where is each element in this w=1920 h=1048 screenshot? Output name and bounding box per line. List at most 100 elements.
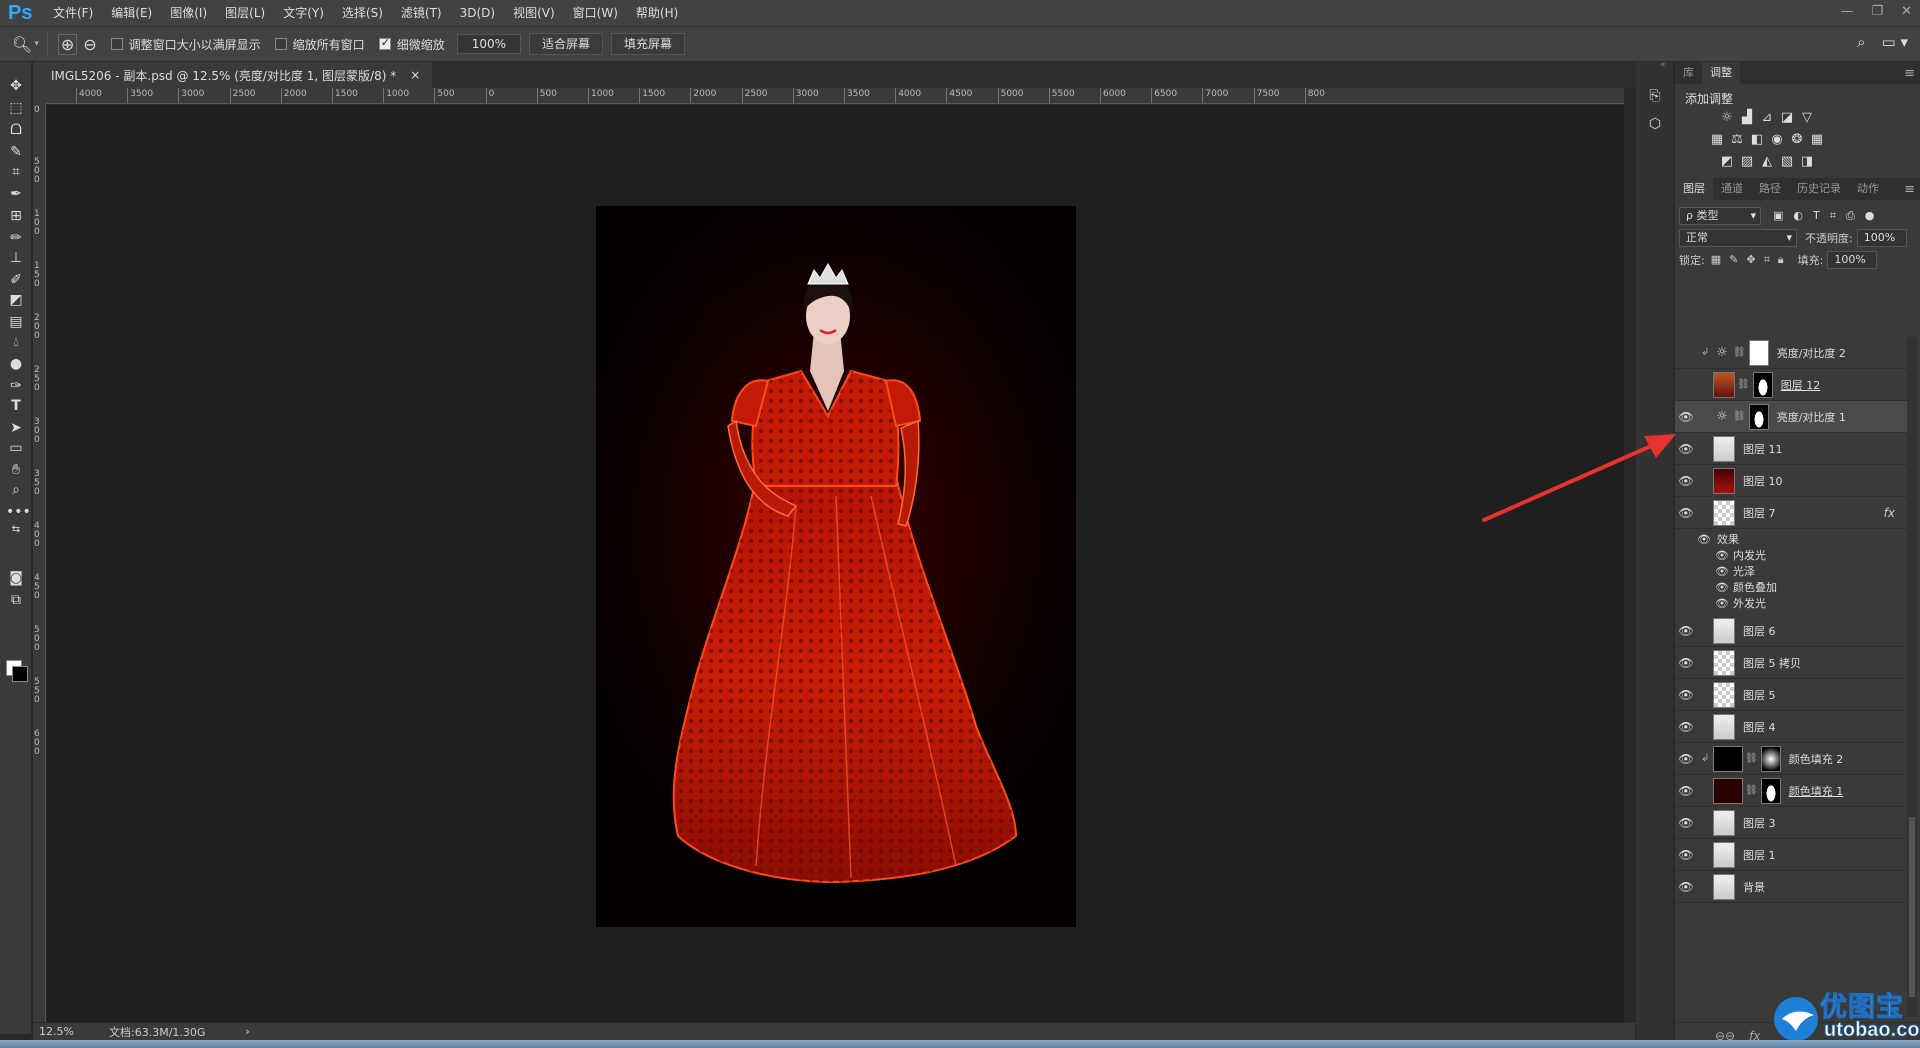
- menu-item[interactable]: 帮助(H): [627, 0, 687, 26]
- close-tab-icon[interactable]: ×: [410, 68, 420, 82]
- layer-row[interactable]: 👁︎ ⛓ 颜色填充 1: [1675, 775, 1907, 807]
- move-tool-icon[interactable]: ✥: [6, 76, 26, 96]
- eyedropper-tool-icon[interactable]: ✒: [6, 184, 26, 204]
- layer-effects-icon[interactable]: fx: [1884, 506, 1895, 520]
- photo-filter-icon[interactable]: ◉: [1769, 132, 1785, 148]
- tab-adjustments[interactable]: 调整: [1702, 62, 1740, 84]
- tab-actions[interactable]: 动作: [1849, 178, 1887, 200]
- marquee-tool-icon[interactable]: ⬚: [6, 98, 26, 118]
- shape-tool-icon[interactable]: ▭: [6, 438, 26, 458]
- layer-thumbnail[interactable]: [1713, 617, 1735, 644]
- layer-row[interactable]: 👁︎ 图层 11: [1675, 433, 1907, 465]
- layer-name[interactable]: 图层 3: [1743, 815, 1776, 831]
- menu-item[interactable]: 视图(V): [504, 0, 564, 26]
- visibility-eye-icon[interactable]: 👁︎: [1675, 784, 1697, 798]
- ruler-origin[interactable]: [33, 88, 46, 104]
- layer-name[interactable]: 图层 1: [1743, 847, 1776, 863]
- document-canvas[interactable]: [596, 206, 1076, 927]
- resize-windows-checkbox[interactable]: 调整窗口大小以满屏显示: [110, 36, 261, 53]
- more-tools-icon[interactable]: •••: [6, 502, 31, 522]
- visibility-eye-icon[interactable]: 👁︎: [1675, 656, 1697, 670]
- zoom-in-icon[interactable]: ⊕: [57, 33, 78, 55]
- color-balance-icon[interactable]: ⚖: [1729, 132, 1745, 148]
- pen-tool-icon[interactable]: ✑: [6, 376, 26, 396]
- resize-windows-box[interactable]: [110, 38, 123, 50]
- visibility-eye-icon[interactable]: 👁︎: [1675, 880, 1697, 894]
- visibility-eye-icon[interactable]: 👁︎: [1675, 688, 1697, 702]
- color-lookup-icon[interactable]: ▦: [1809, 132, 1825, 148]
- layer-mask-thumbnail[interactable]: [1760, 777, 1781, 804]
- layer-thumbnail[interactable]: [1713, 873, 1735, 900]
- path-select-icon[interactable]: ➤: [6, 418, 26, 438]
- layer-row[interactable]: 👁︎ 图层 7 fx: [1675, 497, 1907, 529]
- zoom-out-icon[interactable]: ⊖: [83, 35, 96, 54]
- vibrance-icon[interactable]: ▽: [1799, 110, 1815, 126]
- filter-shape-icon[interactable]: ⌗: [1830, 209, 1836, 223]
- layer-thumbnail[interactable]: [1713, 649, 1735, 676]
- fill-screen-button[interactable]: 填充屏幕: [611, 33, 686, 55]
- blend-mode-select[interactable]: 正常 ▾: [1679, 229, 1797, 247]
- tab-library[interactable]: 库: [1675, 62, 1702, 84]
- swap-colors-icon[interactable]: ⇆: [6, 520, 26, 540]
- tab-history[interactable]: 历史记录: [1789, 178, 1849, 200]
- layer-name[interactable]: 图层 7: [1743, 505, 1776, 521]
- menu-item[interactable]: 图像(I): [161, 0, 216, 26]
- layer-row[interactable]: 👁︎ ↲ ⛓ 颜色填充 2: [1675, 743, 1907, 775]
- zoom-tool-icon[interactable]: ⌕: [6, 480, 26, 500]
- effect-item[interactable]: 👁︎ 光泽: [1675, 563, 1907, 579]
- lock-pixels-icon[interactable]: ✎: [1729, 253, 1738, 267]
- curves-icon[interactable]: ⊿: [1759, 110, 1775, 126]
- layer-name[interactable]: 亮度/对比度 1: [1777, 409, 1846, 425]
- layers-scrollbar[interactable]: [1907, 337, 1917, 1017]
- filter-toggle-icon[interactable]: ●: [1865, 209, 1875, 223]
- canvas-area[interactable]: [47, 105, 1624, 1022]
- minimize-icon[interactable]: —: [1840, 4, 1853, 19]
- gradient-tool-icon[interactable]: ▤: [6, 312, 26, 332]
- scrubby-zoom-box[interactable]: [378, 36, 391, 50]
- visibility-eye-icon[interactable]: 👁︎: [1675, 378, 1697, 392]
- layer-thumbnail[interactable]: [1713, 713, 1735, 740]
- brightness-contrast-icon[interactable]: ☼: [1719, 110, 1735, 126]
- panel-menu-icon[interactable]: ≡: [1904, 66, 1915, 81]
- layer-name[interactable]: 颜色填充 2: [1789, 751, 1844, 767]
- layer-thumbnail[interactable]: [1713, 371, 1735, 398]
- layer-thumbnail[interactable]: [1713, 435, 1735, 462]
- layer-row[interactable]: 👁︎ 图层 1: [1675, 839, 1907, 871]
- layer-name[interactable]: 图层 11: [1743, 441, 1783, 457]
- dodge-tool-icon[interactable]: ●: [6, 354, 26, 374]
- hue-saturation-icon[interactable]: ▦: [1709, 132, 1725, 148]
- screen-mode-icon[interactable]: ⧉: [6, 590, 26, 610]
- filter-adjustment-icon[interactable]: ◐: [1793, 209, 1803, 223]
- layer-row[interactable]: 👁︎ ☼ ⛓ 亮度/对比度 1: [1675, 401, 1907, 433]
- vertical-ruler[interactable]: 0 5 0 0 1 0 0 1 5 0 2 0 0 2 5 0 3 0 0 3 5 0 4 0 …: [33, 104, 46, 1022]
- layer-mask-thumbnail[interactable]: [1748, 339, 1769, 366]
- visibility-eye-icon[interactable]: 👁︎: [1675, 816, 1697, 830]
- effect-item[interactable]: 👁︎ 颜色叠加: [1675, 579, 1907, 595]
- layer-name[interactable]: 图层 6: [1743, 623, 1776, 639]
- eraser-tool-icon[interactable]: ◩: [6, 290, 26, 310]
- channel-mixer-icon[interactable]: ❂: [1789, 132, 1805, 148]
- effect-eye-icon[interactable]: 👁︎: [1675, 533, 1711, 546]
- layer-row[interactable]: 👁︎ 图层 6: [1675, 615, 1907, 647]
- zoom-all-checkbox[interactable]: 缩放所有窗口: [274, 36, 365, 53]
- zoom-readout[interactable]: 12.5%: [39, 1025, 109, 1038]
- filter-type-icon[interactable]: T: [1813, 209, 1820, 223]
- layer-row[interactable]: 👁︎ 图层 5 拷贝: [1675, 647, 1907, 679]
- mask-link-icon[interactable]: ⛓: [1733, 347, 1746, 358]
- menu-item[interactable]: 滤镜(T): [392, 0, 451, 26]
- layer-name[interactable]: 图层 5: [1743, 687, 1776, 703]
- layer-thumbnail[interactable]: [1713, 499, 1735, 526]
- hand-tool-icon[interactable]: ✋︎: [6, 460, 26, 480]
- layer-row[interactable]: 👁︎ 图层 10: [1675, 465, 1907, 497]
- blur-tool-icon[interactable]: 💧︎: [6, 332, 26, 352]
- layer-name[interactable]: 图层 12: [1781, 377, 1821, 393]
- mask-link-icon[interactable]: ⛓: [1745, 753, 1758, 764]
- layer-mask-thumbnail[interactable]: [1752, 371, 1773, 398]
- gradient-map-icon[interactable]: ▧: [1779, 154, 1795, 170]
- layer-row[interactable]: 👁︎ 图层 4: [1675, 711, 1907, 743]
- fit-screen-button[interactable]: 适合屏幕: [529, 33, 604, 55]
- filter-smart-icon[interactable]: ⎙: [1846, 209, 1855, 223]
- horizontal-ruler[interactable]: 4000 3500 3000 2500 2000 1500 1000 500 0 500 1000 1…: [46, 88, 1624, 104]
- opacity-field[interactable]: 100%: [1856, 229, 1907, 247]
- layer-thumbnail[interactable]: [1713, 777, 1743, 804]
